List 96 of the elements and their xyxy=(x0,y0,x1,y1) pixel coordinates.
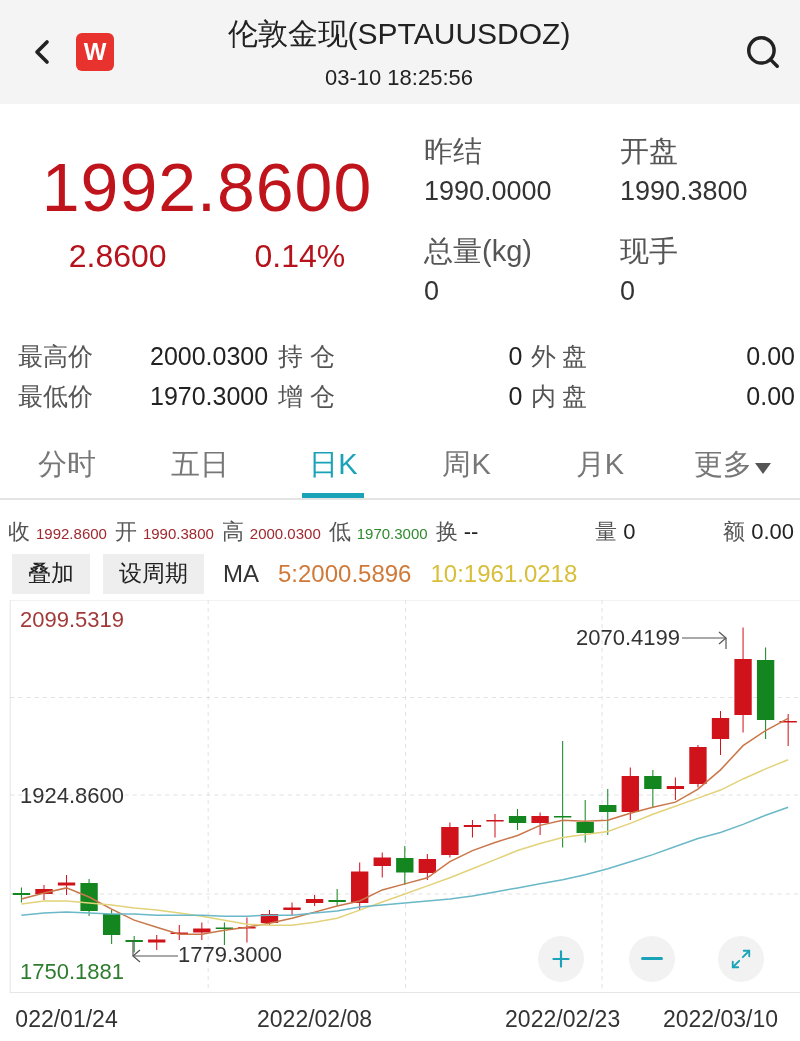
candlestick xyxy=(125,935,143,953)
candlestick xyxy=(689,744,707,788)
candlestick xyxy=(666,776,685,801)
quote-label: 开盘 xyxy=(620,134,679,170)
stat-value: 2000.0300 xyxy=(150,342,270,372)
period-tab[interactable]: 周K xyxy=(400,432,534,499)
stat-value: 0.00 xyxy=(745,382,795,412)
quote-label: 现手 xyxy=(620,234,679,270)
period-tab[interactable]: 五日 xyxy=(133,432,267,499)
candlestick xyxy=(328,888,346,907)
stat-label: 最高价 xyxy=(18,341,94,373)
ohlc-value: -- xyxy=(463,519,479,545)
ma-value: 10:1961.0218 xyxy=(430,559,578,588)
stat-label: 最低价 xyxy=(18,381,94,413)
candlestick xyxy=(351,861,369,911)
stat-label: 内 盘 xyxy=(529,381,589,413)
candlestick xyxy=(12,886,31,903)
stat-label: 增 仓 xyxy=(278,381,336,413)
stat-value: 0 xyxy=(507,342,523,372)
candlestick xyxy=(148,934,166,951)
candlestick xyxy=(215,921,234,946)
ohlc-value: 1970.3000 xyxy=(356,525,428,542)
candlestick xyxy=(57,874,76,896)
candlestick xyxy=(418,853,436,881)
candlestick xyxy=(441,821,459,858)
x-axis-label: 2022/02/23 xyxy=(505,1005,621,1033)
ma-value: 5:2000.5896 xyxy=(278,559,412,588)
candlestick xyxy=(508,808,527,831)
candlestick xyxy=(80,878,98,917)
ohlc-label: 开 xyxy=(114,518,137,546)
candlestick xyxy=(779,713,797,747)
quote-value: 0 xyxy=(620,276,637,308)
candlestick xyxy=(531,811,549,836)
stat-value: 0.00 xyxy=(745,342,795,372)
y-axis-label: 2099.5319 xyxy=(20,606,124,633)
quote-value: 0 xyxy=(424,276,441,308)
ma-label: MA xyxy=(223,559,259,588)
ohlc-value: 1990.3800 xyxy=(142,525,214,542)
stat-label: 持 仓 xyxy=(278,341,336,373)
zoom-in-button[interactable] xyxy=(538,935,584,982)
expand-icon xyxy=(730,947,752,970)
candlestick xyxy=(621,766,639,821)
stat-value: 1970.3000 xyxy=(150,382,270,412)
candlestick xyxy=(373,851,391,878)
y-axis-label: 1750.1881 xyxy=(20,958,124,985)
chart-option-button[interactable]: 设周期 xyxy=(103,553,204,594)
ohlc-label: 额 xyxy=(723,518,746,546)
candlestick xyxy=(463,819,482,838)
quote-value: 1990.3800 xyxy=(620,176,749,208)
ohlc-label: 低 xyxy=(328,518,351,546)
chart-option-button[interactable]: 叠加 xyxy=(12,553,90,594)
ohlc-label: 高 xyxy=(221,518,244,546)
candlestick xyxy=(170,924,188,941)
quote-label: 昨结 xyxy=(424,134,483,170)
ohlc-label: 收 xyxy=(8,518,30,546)
period-tab[interactable]: 月K xyxy=(533,432,667,499)
ohlc-value: 1992.8600 xyxy=(36,525,107,542)
fullscreen-button[interactable] xyxy=(718,935,764,982)
ohlc-value: 2000.0300 xyxy=(249,525,321,542)
price-change: 2.8600 xyxy=(68,238,167,276)
candlestick xyxy=(599,788,617,836)
ohlc-value: 0.00 xyxy=(751,519,794,545)
candlestick xyxy=(644,769,662,808)
app-logo: W xyxy=(76,33,114,72)
candlestick xyxy=(305,894,324,907)
low-price-label: 1779.3000 xyxy=(178,941,282,968)
ohlc-label: 量 xyxy=(595,518,618,546)
candlestick xyxy=(193,921,211,941)
candlestick xyxy=(486,813,504,838)
ohlc-label: 换 xyxy=(435,518,458,546)
stat-value: 0 xyxy=(507,382,523,412)
quote-value: 1990.0000 xyxy=(424,176,553,208)
x-axis-label: 2022/03/10 xyxy=(662,1005,779,1033)
candlestick xyxy=(102,909,121,945)
percent-change: 0.14% xyxy=(254,238,346,276)
candlestick xyxy=(238,916,256,943)
last-price: 1992.8600 xyxy=(41,148,373,227)
quote-label: 总量(kg) xyxy=(424,234,533,270)
candlestick xyxy=(396,845,414,886)
y-axis-label: 1924.8600 xyxy=(20,782,124,809)
x-axis-label: 022/01/24 xyxy=(15,1005,118,1033)
period-tab[interactable]: 日K xyxy=(266,432,400,499)
period-tab[interactable]: 更多 xyxy=(666,432,800,499)
period-tab[interactable]: 分时 xyxy=(0,432,134,499)
stat-label: 外 盘 xyxy=(529,341,589,373)
candlestick xyxy=(35,884,53,901)
update-time: 03-10 18:25:56 xyxy=(325,64,473,91)
candlestick xyxy=(711,710,730,756)
minus-icon xyxy=(641,957,663,961)
page-title: 伦敦金现(SPTAUUSDOZ) xyxy=(227,15,571,52)
x-axis-label: 2022/02/08 xyxy=(257,1005,373,1033)
candlestick xyxy=(283,901,301,916)
ohlc-value: 0 xyxy=(623,519,636,545)
zoom-out-button[interactable] xyxy=(629,935,675,982)
high-price-label: 2070.4199 xyxy=(576,624,680,651)
candlestick xyxy=(576,799,594,843)
